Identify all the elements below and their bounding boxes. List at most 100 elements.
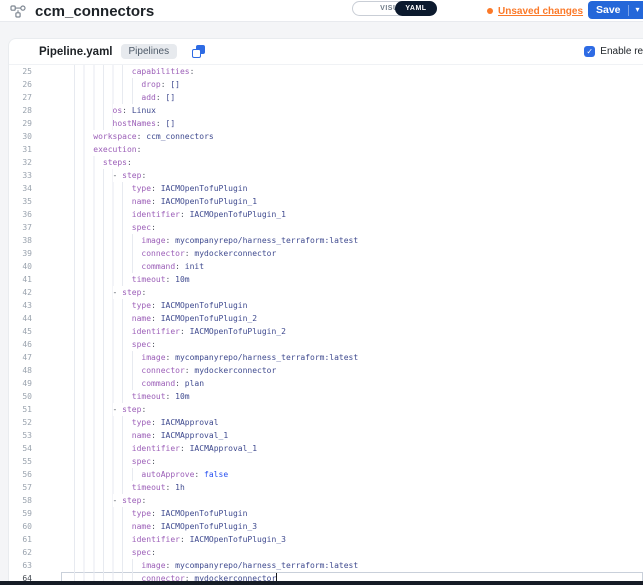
save-button-divider [628, 5, 629, 16]
code-line[interactable]: 54identifier: IACMApproval_1 [9, 442, 643, 455]
line-number: 26 [9, 78, 32, 91]
code-line-text: name: IACMOpenTofuPlugin_2 [61, 312, 643, 325]
enable-read-toggle[interactable]: ✓ Enable read/ [584, 46, 643, 57]
indent-guides [74, 156, 103, 169]
yaml-key: timeout [132, 275, 166, 284]
chevron-down-icon[interactable]: ▾ [636, 6, 640, 14]
code-line[interactable]: 52type: IACMApproval [9, 416, 643, 429]
code-line[interactable]: 47image: mycompanyrepo/harness_terraform… [9, 351, 643, 364]
indent-guides [74, 247, 141, 260]
code-line-text: - step: [61, 169, 643, 182]
code-line[interactable]: 49command: plan [9, 377, 643, 390]
code-line[interactable]: 42- step: [9, 286, 643, 299]
code-line[interactable]: 51- step: [9, 403, 643, 416]
code-line[interactable]: 33- step: [9, 169, 643, 182]
code-line-text: name: IACMOpenTofuPlugin_1 [61, 195, 643, 208]
save-button[interactable]: Save ▾ [588, 1, 643, 19]
toggle-yaml-option[interactable]: YAML [395, 1, 437, 16]
yaml-key: identifier [132, 444, 180, 453]
yaml-key: type [132, 301, 151, 310]
code-line[interactable]: 28os: Linux [9, 104, 643, 117]
line-number: 46 [9, 338, 32, 351]
code-line[interactable]: 40command: init [9, 260, 643, 273]
checkbox-checked-icon[interactable]: ✓ [584, 46, 595, 57]
code-line[interactable]: 32steps: [9, 156, 643, 169]
code-line[interactable]: 39connector: mydockerconnector [9, 247, 643, 260]
code-line[interactable]: 59type: IACMOpenTofuPlugin [9, 507, 643, 520]
code-line[interactable]: 44name: IACMOpenTofuPlugin_2 [9, 312, 643, 325]
code-line[interactable]: 58- step: [9, 494, 643, 507]
code-line[interactable]: 30workspace: ccm_connectors [9, 130, 643, 143]
code-line[interactable]: 26drop: [] [9, 78, 643, 91]
code-line[interactable]: 56autoApprove: false [9, 468, 643, 481]
yaml-value: IACMOpenTofuPlugin_3 [156, 522, 257, 531]
code-line-text: - step: [61, 286, 643, 299]
yaml-key: step [122, 496, 141, 505]
code-line[interactable]: 60name: IACMOpenTofuPlugin_3 [9, 520, 643, 533]
yaml-key: workspace [93, 132, 136, 141]
code-line[interactable]: 50timeout: 10m [9, 390, 643, 403]
code-line[interactable]: 63image: mycompanyrepo/harness_terraform… [9, 559, 643, 572]
code-line[interactable]: 46 spec: [9, 338, 643, 351]
line-number: 40 [9, 260, 32, 273]
yaml-key: type [132, 418, 151, 427]
code-line[interactable]: 35name: IACMOpenTofuPlugin_1 [9, 195, 643, 208]
yaml-key: execution [93, 145, 136, 154]
line-number: 37 [9, 221, 32, 234]
code-line[interactable]: 27add: [] [9, 91, 643, 104]
code-line[interactable]: 41timeout: 10m [9, 273, 643, 286]
line-number: 62 [9, 546, 32, 559]
code-line-text: identifier: IACMOpenTofuPlugin_3 [61, 533, 643, 546]
code-line-text: spec: [61, 338, 643, 351]
code-line[interactable]: 43 type: IACMOpenTofuPlugin [9, 299, 643, 312]
line-number: 27 [9, 91, 32, 104]
code-line[interactable]: 45identifier: IACMOpenTofuPlugin_2 [9, 325, 643, 338]
line-number: 59 [9, 507, 32, 520]
code-line[interactable]: 36identifier: IACMOpenTofuPlugin_1 [9, 208, 643, 221]
yaml-key: steps [103, 158, 127, 167]
yaml-value: IACMOpenTofuPlugin_2 [185, 327, 286, 336]
yaml-key: type [132, 509, 151, 518]
unsaved-changes-link[interactable]: Unsaved changes [498, 6, 583, 17]
code-line-text: timeout: 10m [61, 273, 643, 286]
code-line-text: type: IACMApproval [61, 416, 643, 429]
copy-icon[interactable] [192, 45, 205, 58]
code-line[interactable]: 29hostNames: [] [9, 117, 643, 130]
code-line[interactable]: 25capabilities: [9, 65, 643, 78]
code-line[interactable]: 38image: mycompanyrepo/harness_terraform… [9, 234, 643, 247]
code-line-text: timeout: 1h [61, 481, 643, 494]
yaml-key: spec [132, 457, 151, 466]
code-line-text: type: IACMOpenTofuPlugin [61, 299, 643, 312]
code-line[interactable]: 61 identifier: IACMOpenTofuPlugin_3 [9, 533, 643, 546]
code-line[interactable]: 57timeout: 1h [9, 481, 643, 494]
indent-guides [74, 533, 132, 546]
yaml-value: mydockerconnector [190, 249, 277, 258]
yaml-value: 10m [170, 275, 189, 284]
code-line-text: - step: [61, 494, 643, 507]
line-number: 61 [9, 533, 32, 546]
yaml-editor-card: Pipeline.yaml Pipelines ✓ Enable read/ 2… [8, 38, 643, 585]
indent-guides [74, 351, 141, 364]
code-line[interactable]: 55spec: [9, 455, 643, 468]
indent-guides [74, 481, 132, 494]
code-line[interactable]: 37spec: [9, 221, 643, 234]
line-number: 43 [9, 299, 32, 312]
code-line[interactable]: 53name: IACMApproval_1 [9, 429, 643, 442]
yaml-value: IACMOpenTofuPlugin_1 [185, 210, 286, 219]
code-line-text: connector: mydockerconnector [61, 247, 643, 260]
indent-guides [74, 130, 93, 143]
code-line[interactable]: 48connector: mydockerconnector [9, 364, 643, 377]
code-line-text: image: mycompanyrepo/harness_terraform:l… [61, 234, 643, 247]
code-line[interactable]: 62spec: [9, 546, 643, 559]
code-line[interactable]: 34type: IACMOpenTofuPlugin [9, 182, 643, 195]
line-number: 31 [9, 143, 32, 156]
code-line[interactable]: 31execution: [9, 143, 643, 156]
line-number: 50 [9, 390, 32, 403]
yaml-value: Linux [127, 106, 156, 115]
yaml-key: add [141, 93, 155, 102]
yaml-key: connector [141, 249, 184, 258]
yaml-value: IACMOpenTofuPlugin [156, 184, 248, 193]
yaml-code-editor[interactable]: 25capabilities:26drop: []27add: []28os: … [9, 65, 643, 585]
yaml-key: spec [132, 223, 151, 232]
indent-guides [74, 195, 132, 208]
